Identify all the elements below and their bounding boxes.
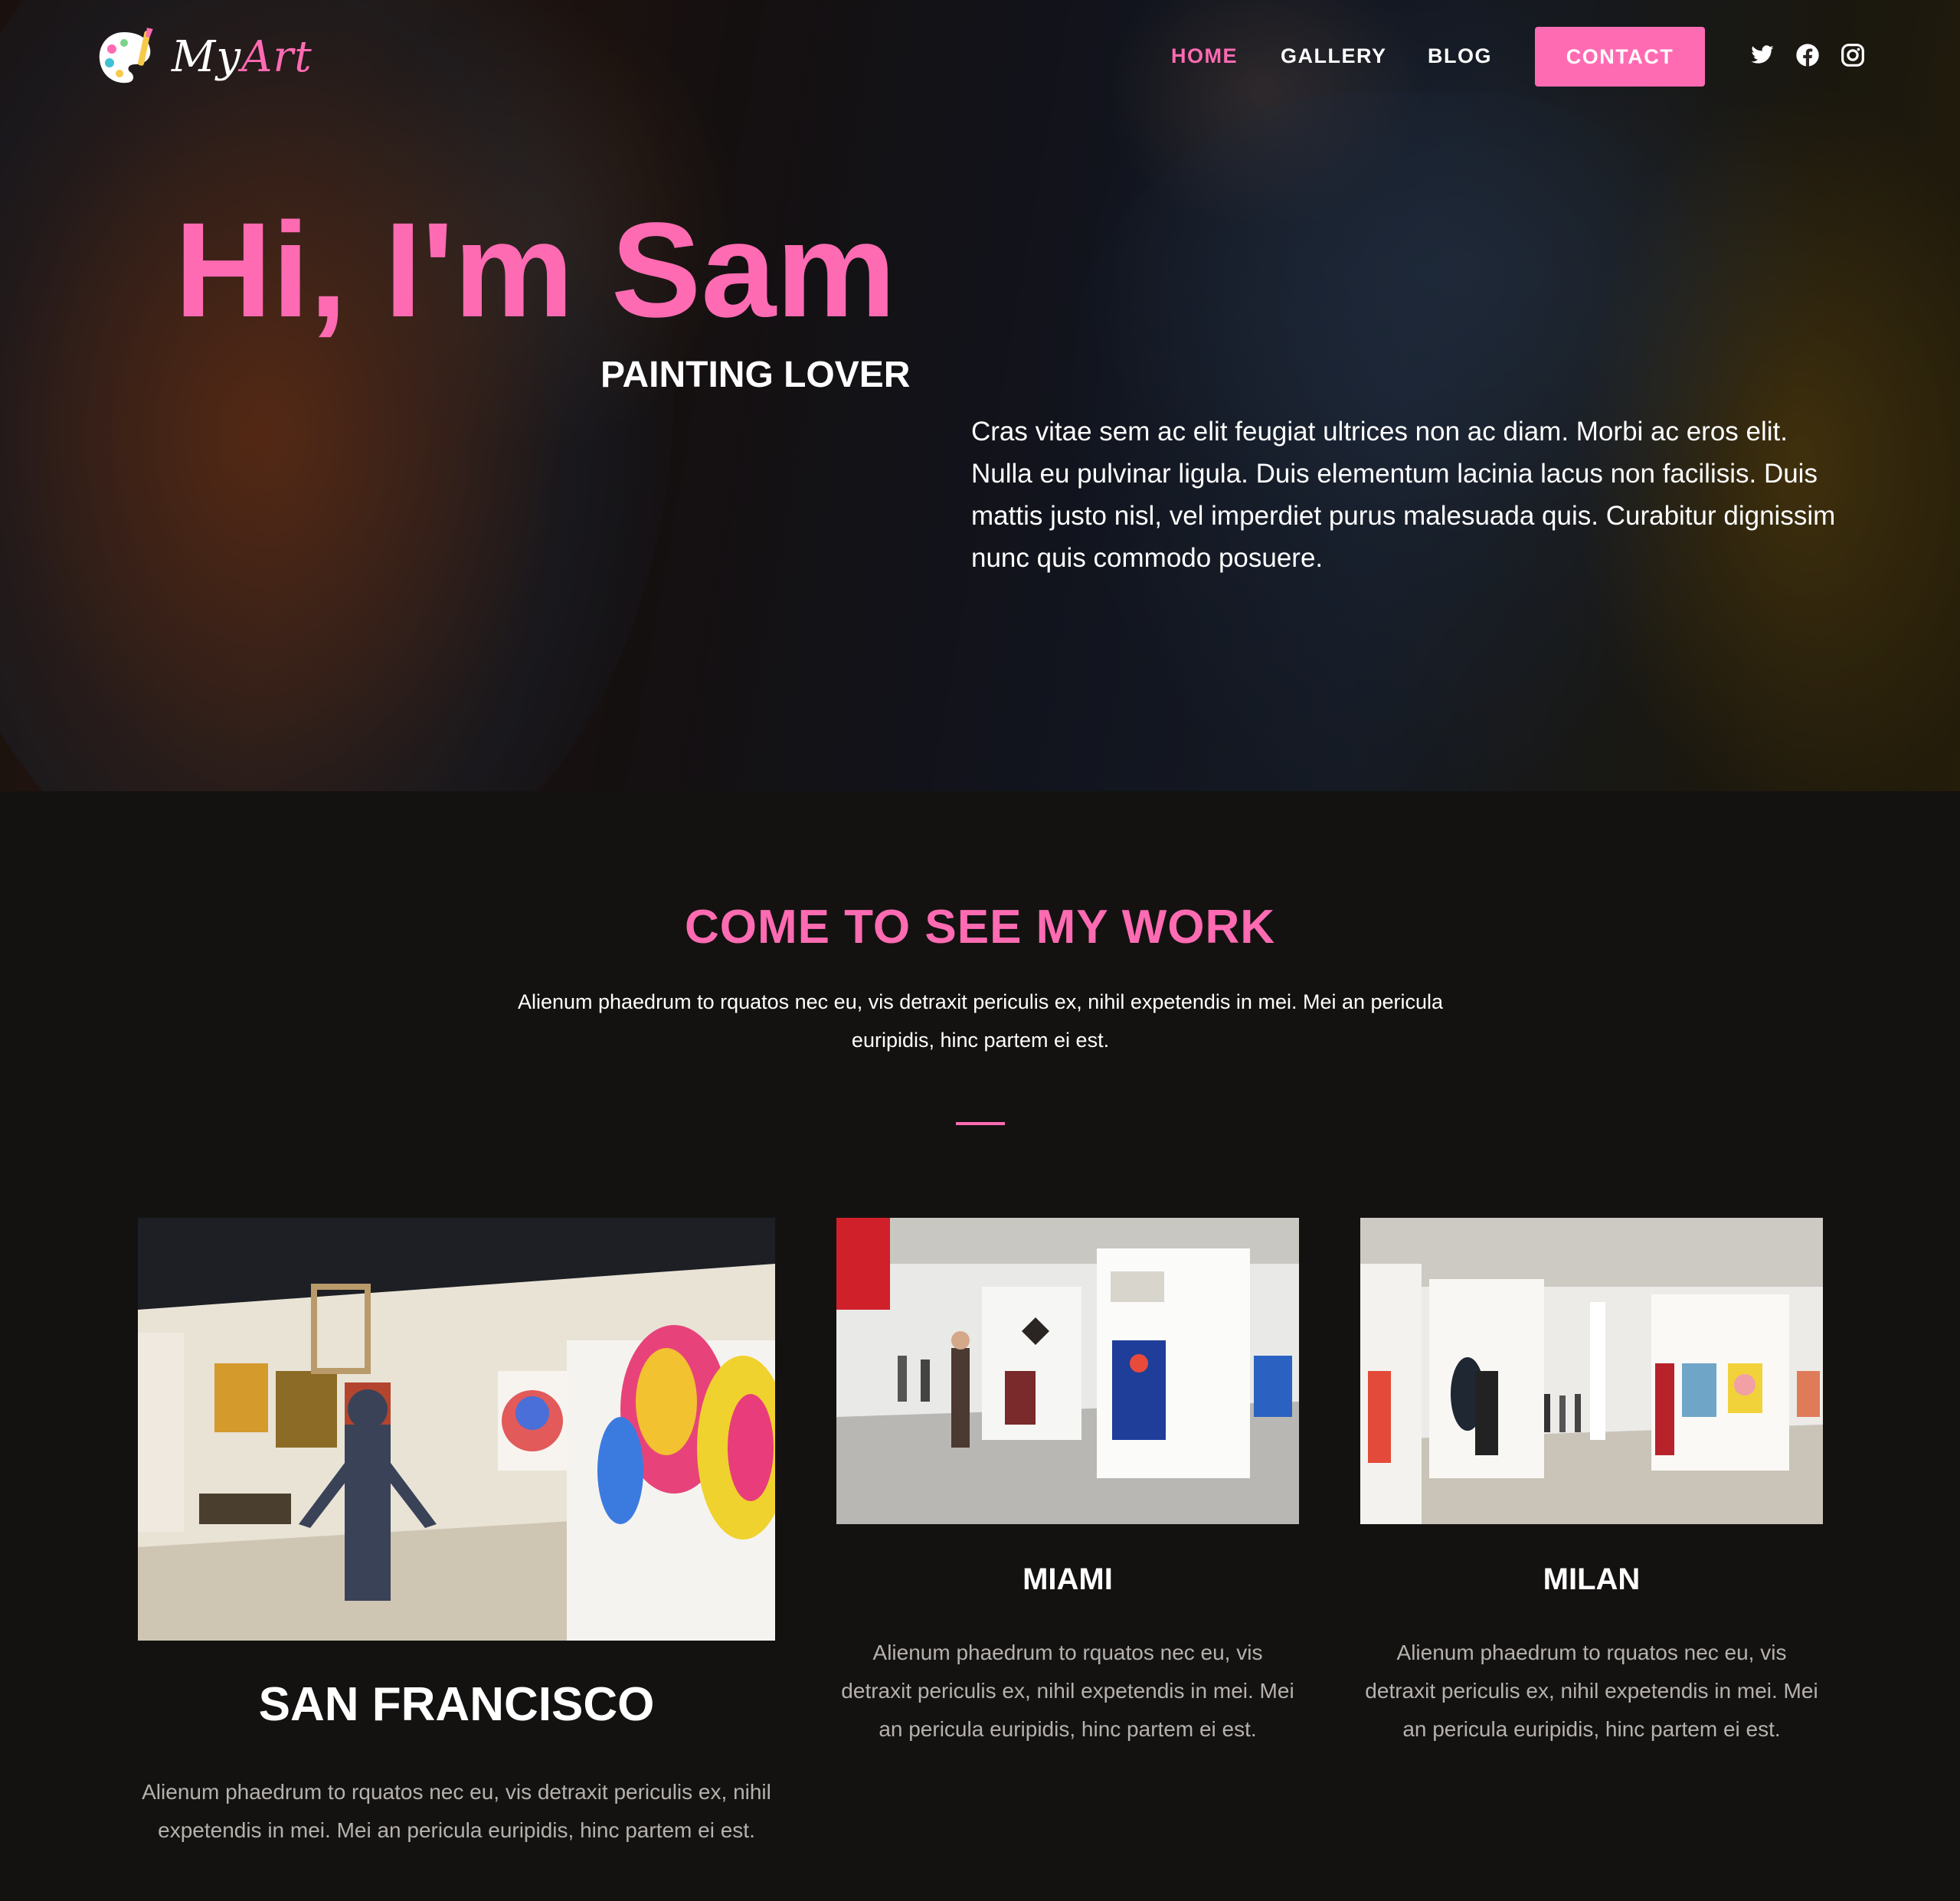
hero-subtitle: PAINTING LOVER	[600, 355, 911, 395]
facebook-icon[interactable]	[1795, 43, 1820, 67]
milan-title: MILAN	[1543, 1562, 1641, 1596]
contact-button[interactable]: CONTACT	[1535, 27, 1705, 87]
section-divider	[956, 1122, 1005, 1125]
milan-description: Alienum phaedrum to rquatos nec eu, vis …	[1365, 1641, 1818, 1741]
san-francisco-description: Alienum phaedrum to rquatos nec eu, vis …	[142, 1780, 771, 1842]
logo-text-accent: Art	[241, 31, 312, 82]
miami-gallery-photo	[836, 1218, 1299, 1524]
miami-description: Alienum phaedrum to rquatos nec eu, vis …	[841, 1641, 1294, 1741]
palette-icon	[99, 28, 153, 83]
nav-gallery-link[interactable]: GALLERY	[1281, 44, 1387, 68]
milan-gallery-photo	[1360, 1218, 1823, 1524]
instagram-icon[interactable]	[1841, 43, 1865, 67]
hero-overlay	[0, 0, 1960, 791]
san-francisco-gallery-photo	[138, 1218, 775, 1641]
hero-title: Hi, I'm Sam	[175, 195, 896, 345]
san-francisco-title: SAN FRANCISCO	[258, 1678, 655, 1731]
miami-gallery-image[interactable]	[836, 1218, 1299, 1524]
miami-title: MIAMI	[1023, 1562, 1113, 1596]
logo-text-prefix: My	[172, 31, 241, 82]
site-logo[interactable]: MyArt	[97, 26, 312, 87]
hero-description: Cras vitae sem ac elit feugiat ultrices …	[971, 417, 1836, 573]
nav-home-link[interactable]: HOME	[1171, 44, 1238, 68]
work-section-title: COME TO SEE MY WORK	[684, 901, 1276, 954]
work-section-intro: Alienum phaedrum to rquatos nec eu, vis …	[517, 990, 1444, 1052]
twitter-icon[interactable]	[1750, 43, 1775, 67]
milan-gallery-image[interactable]	[1360, 1218, 1823, 1524]
hero-section: MyArt HOME GALLERY BLOG CONTACT Hi, I'm …	[0, 0, 1960, 791]
san-francisco-gallery-image[interactable]	[138, 1218, 775, 1641]
logo-wordmark: MyArt	[172, 32, 312, 82]
nav-blog-link[interactable]: BLOG	[1428, 44, 1492, 68]
